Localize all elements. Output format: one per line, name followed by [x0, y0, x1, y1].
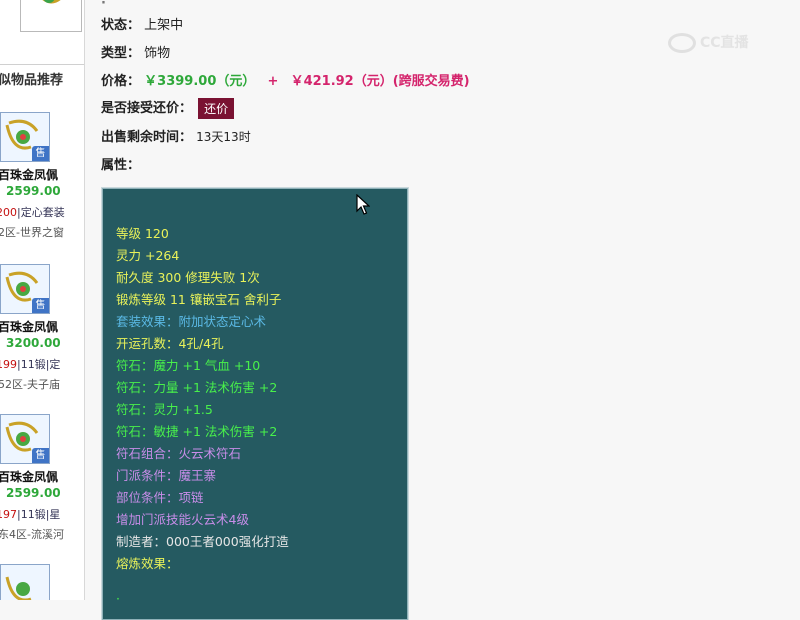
similar-items-title: 似物品推荐: [0, 64, 84, 88]
item-tags: 197|11锻|星: [0, 506, 60, 522]
item-server: 2区-世界之窗: [0, 226, 64, 239]
price-value: ￥3399.00（元）: [144, 74, 256, 89]
item-thumbnail[interactable]: 售: [0, 264, 50, 314]
mouse-cursor-icon: [356, 193, 371, 220]
type-label: 类型：: [101, 46, 141, 61]
status-label: 状态：: [101, 18, 141, 33]
price-plus: +: [267, 74, 279, 89]
watermark-text: CC直播: [700, 35, 749, 51]
attr-line: 符石：力量 +1 法术伤害 +2: [116, 380, 278, 395]
attr-line: 等级 120: [116, 226, 169, 241]
attr-line: 符石：灵力 +1.5: [116, 402, 213, 417]
attr-line: 符石：敏捷 +1 法术伤害 +2: [116, 424, 278, 439]
item-tags: 200|定心套装: [0, 204, 65, 220]
item-tag-rest: |定心套装: [17, 206, 65, 219]
attr-line: 部位条件：项链: [116, 490, 204, 505]
counter-offer-label: 是否接受还价：: [101, 101, 193, 116]
attr-line: 耐久度 300 修理失败 1次: [116, 270, 260, 285]
watermark-logo-icon: [668, 33, 696, 53]
item-tag-level: 197: [0, 508, 17, 521]
item-thumbnail[interactable]: 售: [0, 414, 50, 464]
item-tag-level: 199: [0, 358, 17, 371]
cut-off-row: ·: [101, 0, 106, 11]
attributes-panel: 等级 120 灵力 +264 耐久度 300 修理失败 1次 锻炼等级 11 镶…: [101, 187, 409, 620]
counter-offer-button[interactable]: 还价: [198, 98, 235, 119]
type-row: 类型： 饰物: [101, 42, 170, 61]
for-sale-badge: 售: [32, 146, 49, 161]
attr-line: 符石：魔力 +1 气血 +10: [116, 358, 261, 373]
item-name[interactable]: 百珠金凤佩: [0, 468, 58, 485]
cross-server-fee: ￥421.92（元）(跨服交易费): [290, 74, 470, 89]
attr-line-cutoff: ·: [116, 591, 120, 606]
attr-line: 熔炼效果：: [116, 556, 179, 571]
price-label: 价格：: [101, 74, 141, 89]
attributes-label: 属性：: [101, 158, 141, 173]
attributes-row: 属性：: [101, 154, 140, 173]
status-row: 状态： 上架中: [101, 14, 183, 33]
attr-line: 增加门派技能火云术4级: [116, 512, 249, 527]
item-detail-panel: · 状态： 上架中 类型： 饰物 价格： ￥3399.00（元） + ￥421.…: [85, 0, 800, 620]
for-sale-badge: 售: [32, 448, 49, 463]
item-thumbnail[interactable]: 售: [0, 112, 50, 162]
item-name[interactable]: 百珠金凤佩: [0, 166, 58, 183]
attr-line: 制造者：000王者000强化打造: [116, 534, 289, 549]
type-value: 饰物: [144, 46, 171, 61]
item-tag-rest: |11锻|星: [17, 508, 61, 521]
item-price: 2599.00: [6, 486, 61, 500]
attr-line: 套装效果：附加状态定心术: [116, 314, 267, 329]
item-server: 52区-夫子庙: [0, 378, 60, 391]
item-price: 3200.00: [6, 336, 61, 350]
item-tags: 199|11锻|定: [0, 356, 60, 372]
attr-line: 灵力 +264: [116, 248, 180, 263]
attr-line: 开运孔数：4孔/4孔: [116, 336, 224, 351]
item-tag-level: 200: [0, 206, 17, 219]
stream-watermark: CC直播: [668, 32, 776, 54]
counter-offer-row: 是否接受还价： 还价: [101, 97, 235, 119]
item-name[interactable]: 百珠金凤佩: [0, 318, 58, 335]
item-price: 2599.00: [6, 184, 61, 198]
remaining-time-row: 出售剩余时间： 13天13时: [101, 126, 251, 145]
attr-line: 门派条件：魔王寨: [116, 468, 217, 483]
item-thumbnail[interactable]: [0, 564, 50, 600]
item-tag-rest: |11锻|定: [17, 358, 61, 371]
price-row: 价格： ￥3399.00（元） + ￥421.92（元）(跨服交易费): [101, 70, 470, 89]
attr-line: 符石组合：火云术符石: [116, 446, 242, 461]
top-item-thumbnail[interactable]: [20, 0, 82, 32]
similar-items-sidebar: 似物品推荐 售 百珠金凤佩 2599.00 200|定心套装 2区-世界之窗 售: [0, 0, 85, 600]
item-server: 东4区-流溪河: [0, 528, 64, 541]
remaining-time-value: 13天13时: [196, 130, 251, 144]
for-sale-badge: 售: [32, 298, 49, 313]
status-value: 上架中: [144, 18, 184, 33]
remaining-time-label: 出售剩余时间：: [101, 130, 193, 145]
attr-line: 锻炼等级 11 镶嵌宝石 舍利子: [116, 292, 282, 307]
